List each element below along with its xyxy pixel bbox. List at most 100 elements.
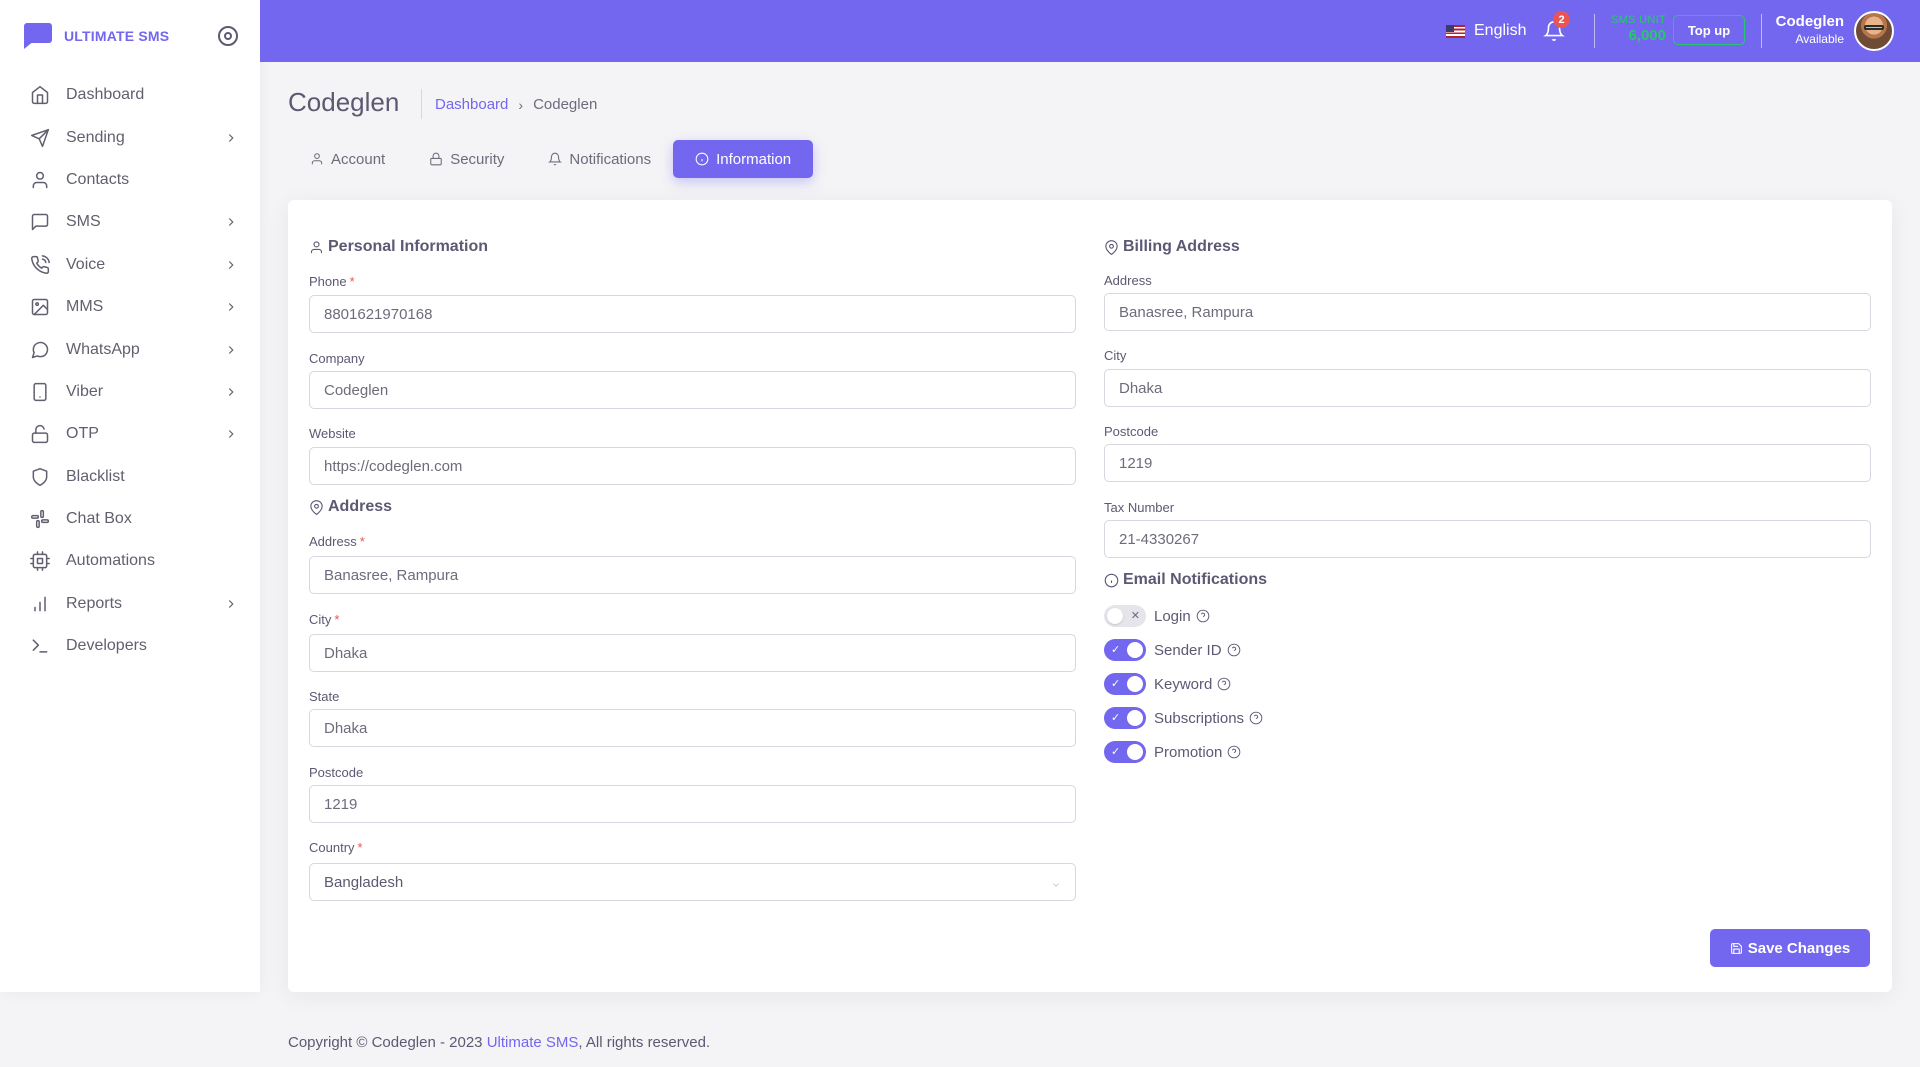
required-asterisk: *: [357, 840, 363, 855]
sidebar-item-chat-box[interactable]: Chat Box: [0, 498, 260, 540]
chevron-right-icon: [224, 343, 238, 357]
home-icon: [30, 85, 50, 105]
terminal-icon: [30, 636, 50, 656]
sidebar-item-whatsapp[interactable]: WhatsApp: [0, 328, 260, 370]
sidebar-item-label: Chat Box: [66, 510, 132, 528]
login-notification-switch[interactable]: ✕: [1104, 605, 1146, 627]
language-selector[interactable]: English: [1446, 22, 1526, 40]
sidebar-item-label: Dashboard: [66, 86, 145, 104]
help-circle-icon[interactable]: [1227, 745, 1241, 759]
image-icon: [30, 297, 50, 317]
billing-city-input[interactable]: [1104, 369, 1871, 407]
sidebar-item-reports[interactable]: Reports: [0, 583, 260, 625]
message-square-icon: [30, 212, 50, 232]
page-title: Codeglen: [288, 87, 400, 117]
email-notifications-title: Email Notifications: [1104, 571, 1267, 589]
address-input[interactable]: [309, 556, 1076, 594]
chevron-right-icon: ›: [518, 96, 524, 113]
billing-address-title: Billing Address: [1104, 238, 1240, 256]
sidebar-item-sms[interactable]: SMS: [0, 201, 260, 243]
sms-unit-value: 6,000: [1628, 27, 1666, 44]
sidebar-collapse-toggle-icon[interactable]: [218, 26, 238, 46]
us-flag-icon: [1446, 24, 1465, 38]
breadcrumb-divider: [421, 89, 422, 119]
toggle-label: Sender ID: [1154, 641, 1222, 659]
chevron-right-icon: [224, 300, 238, 314]
chevron-right-icon: [224, 258, 238, 272]
tab-account[interactable]: Account: [288, 140, 407, 178]
slack-icon: [30, 509, 50, 529]
sender-id-notification-switch[interactable]: ✓: [1104, 639, 1146, 661]
lock-icon: [430, 152, 442, 166]
help-circle-icon[interactable]: [1217, 677, 1231, 691]
company-input[interactable]: [309, 371, 1076, 409]
avatar[interactable]: [1854, 11, 1894, 51]
sidebar: ULTIMATE SMS Dashboard Sending Contacts …: [0, 0, 260, 992]
sidebar-item-label: Contacts: [66, 170, 130, 188]
promotion-notification-toggle-row: ✓ Promotion: [1104, 741, 1241, 763]
chevron-down-icon: [1051, 877, 1061, 887]
sidebar-item-blacklist[interactable]: Blacklist: [0, 456, 260, 498]
chevron-right-icon: [224, 427, 238, 441]
bar-chart-icon: [30, 594, 50, 614]
brand[interactable]: ULTIMATE SMS: [0, 0, 260, 72]
city-input[interactable]: [309, 634, 1076, 672]
postcode-input[interactable]: [309, 785, 1076, 823]
top-up-button[interactable]: Top up: [1673, 15, 1745, 45]
country-select[interactable]: Bangladesh: [309, 863, 1076, 901]
personal-information-title: Personal Information: [309, 238, 488, 256]
tab-notifications[interactable]: Notifications: [526, 140, 673, 178]
keyword-notification-switch[interactable]: ✓: [1104, 673, 1146, 695]
billing-postcode-input[interactable]: [1104, 444, 1871, 482]
phone-input[interactable]: [309, 295, 1076, 333]
sidebar-item-automations[interactable]: Automations: [0, 540, 260, 582]
keyword-notification-toggle-row: ✓ Keyword: [1104, 673, 1231, 695]
help-circle-icon[interactable]: [1249, 711, 1263, 725]
help-circle-icon[interactable]: [1227, 643, 1241, 657]
sidebar-item-label: Blacklist: [66, 467, 125, 485]
subscriptions-notification-switch[interactable]: ✓: [1104, 707, 1146, 729]
sidebar-item-otp[interactable]: OTP: [0, 413, 260, 455]
sidebar-item-label: SMS: [66, 213, 101, 231]
footer: Copyright © Codeglen - 2023 Ultimate SMS…: [288, 1034, 710, 1051]
address-title: Address: [309, 498, 392, 516]
user-status: Available: [1795, 32, 1844, 46]
breadcrumb: Dashboard › Codeglen: [435, 96, 597, 113]
state-input[interactable]: [309, 709, 1076, 747]
sidebar-item-voice[interactable]: Voice: [0, 244, 260, 286]
promotion-notification-switch[interactable]: ✓: [1104, 741, 1146, 763]
postcode-label: Postcode: [309, 765, 364, 780]
website-input[interactable]: [309, 447, 1076, 485]
user-menu[interactable]: Codeglen Available: [1760, 13, 1844, 46]
profile-tabs: Account Security Notifications Informati…: [288, 140, 814, 178]
tab-information[interactable]: Information: [673, 140, 814, 178]
help-circle-icon[interactable]: [1196, 609, 1210, 623]
address-label-text: Address: [309, 534, 357, 549]
map-pin-icon: [310, 499, 323, 515]
sms-unit-balance: SMS UNIT 6,000: [1604, 14, 1666, 44]
sidebar-item-label: Developers: [66, 637, 147, 655]
map-pin-icon: [1105, 239, 1118, 255]
tab-security[interactable]: Security: [407, 140, 526, 178]
sidebar-item-mms[interactable]: MMS: [0, 286, 260, 328]
save-changes-button[interactable]: Save Changes: [1710, 929, 1870, 967]
information-card: Personal Information Phone* Company Webs…: [288, 200, 1892, 992]
user-name: Codeglen: [1775, 13, 1844, 30]
section-title-label: Personal Information: [328, 238, 489, 255]
breadcrumb-dashboard-link[interactable]: Dashboard: [435, 96, 508, 113]
chevron-right-icon: [224, 597, 238, 611]
info-icon: [695, 152, 709, 166]
footer-ultimate-sms-link[interactable]: Ultimate SMS: [487, 1034, 579, 1051]
sidebar-item-dashboard[interactable]: Dashboard: [0, 74, 260, 116]
tab-label: Information: [716, 150, 792, 168]
sidebar-item-contacts[interactable]: Contacts: [0, 159, 260, 201]
sidebar-item-viber[interactable]: Viber: [0, 371, 260, 413]
sidebar-item-sending[interactable]: Sending: [0, 116, 260, 158]
billing-address-label: Address: [1104, 273, 1152, 288]
billing-address-input[interactable]: [1104, 293, 1871, 331]
sidebar-item-developers[interactable]: Developers: [0, 625, 260, 667]
language-label: English: [1474, 22, 1527, 39]
billing-postcode-label: Postcode: [1104, 424, 1159, 439]
section-title-label: Email Notifications: [1123, 571, 1268, 588]
tax-number-input[interactable]: [1104, 520, 1871, 558]
